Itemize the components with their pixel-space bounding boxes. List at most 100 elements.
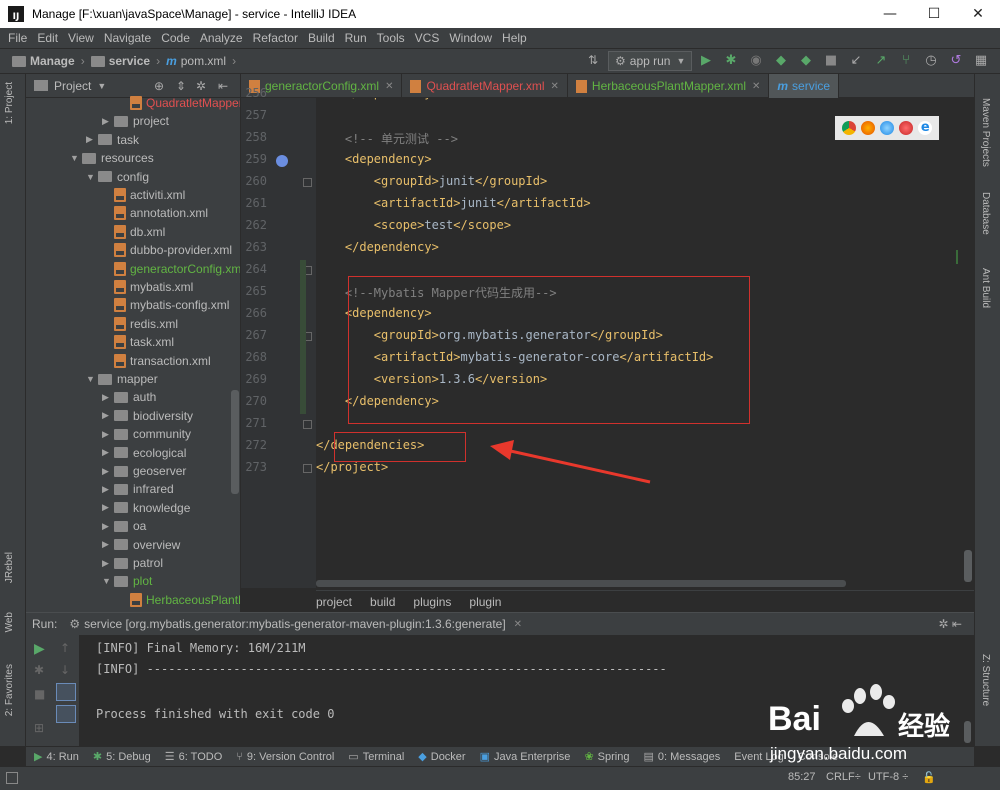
expand-down-icon[interactable]: ▼ xyxy=(102,576,114,586)
debug-icon[interactable]: ✱ xyxy=(723,52,739,68)
menu-tools[interactable]: Tools xyxy=(377,31,405,45)
file-encoding[interactable]: UTF-8 ÷ xyxy=(868,771,908,783)
tab-spring[interactable]: ❀ Spring xyxy=(584,750,629,764)
expand-right-icon[interactable]: ▶ xyxy=(102,484,114,495)
tree-file[interactable]: redis.xml xyxy=(102,315,178,333)
up-icon[interactable]: ↑ xyxy=(60,641,70,655)
close-button[interactable]: ✕ xyxy=(956,0,1000,28)
debug-rerun-icon[interactable]: ✱ xyxy=(34,663,44,677)
tab-docker[interactable]: ◆ Docker xyxy=(418,750,465,764)
menu-edit[interactable]: Edit xyxy=(37,31,58,45)
menu-build[interactable]: Build xyxy=(308,31,335,45)
structure-tab[interactable]: Z: Structure xyxy=(980,654,991,706)
maven-overrides-icon[interactable] xyxy=(276,155,288,167)
database-tab[interactable]: Database xyxy=(980,192,991,235)
tree-folder[interactable]: ▶ auth xyxy=(102,388,156,406)
safari-icon[interactable] xyxy=(879,121,894,135)
close-icon[interactable]: ✕ xyxy=(752,81,760,92)
scroll-from-source-icon[interactable]: ⊕ xyxy=(154,79,164,93)
ie-icon[interactable]: e xyxy=(918,121,933,135)
build-icon[interactable]: ⇅ xyxy=(588,53,598,67)
expand-right-icon[interactable]: ▶ xyxy=(86,134,98,145)
expand-right-icon[interactable]: ▶ xyxy=(102,558,114,569)
tool-windows-icon[interactable] xyxy=(6,772,18,784)
expand-right-icon[interactable]: ▶ xyxy=(102,116,114,127)
expand-right-icon[interactable]: ▶ xyxy=(102,410,114,421)
tree-folder[interactable]: ▼ plot xyxy=(102,572,152,590)
expand-right-icon[interactable]: ▶ xyxy=(102,466,114,477)
tree-file[interactable]: mybatis.xml xyxy=(102,278,193,296)
tree-folder[interactable]: ▼ resources xyxy=(70,149,154,167)
tab-service[interactable]: m service xyxy=(769,74,840,98)
menu-file[interactable]: File xyxy=(8,31,27,45)
tree-folder[interactable]: ▼ mapper xyxy=(86,370,158,388)
close-icon[interactable]: ✕ xyxy=(551,81,559,92)
tab-herbaceousplantmapper[interactable]: HerbaceousPlantMapper.xml ✕ xyxy=(568,74,770,98)
revert-icon[interactable]: ↺ xyxy=(948,52,964,68)
vcs-commit-icon[interactable]: ↗ xyxy=(873,52,889,68)
chevron-down-icon[interactable]: ▼ xyxy=(97,81,106,91)
breadcrumb-project[interactable]: project xyxy=(316,595,352,609)
run-tab-label[interactable]: service [org.mybatis.generator:mybatis-g… xyxy=(84,617,506,631)
stop-icon[interactable]: ■ xyxy=(823,52,839,68)
lock-icon[interactable]: 🔓 xyxy=(922,771,936,784)
tree-file[interactable]: annotation.xml xyxy=(102,204,208,222)
tree-folder[interactable]: ▶ infrared xyxy=(102,480,174,498)
menu-refactor[interactable]: Refactor xyxy=(253,31,298,45)
tree-folder[interactable]: ▼ config xyxy=(86,168,149,186)
run-icon[interactable]: ▶ xyxy=(698,52,714,68)
menu-code[interactable]: Code xyxy=(161,31,190,45)
expand-right-icon[interactable]: ▶ xyxy=(102,521,114,532)
jrebel-tool-tab[interactable]: JRebel xyxy=(4,552,15,583)
nav-crumb-service[interactable]: service › xyxy=(90,54,160,68)
nav-crumb-pom[interactable]: m pom.xml › xyxy=(166,54,236,68)
chrome-icon[interactable] xyxy=(841,121,856,135)
expand-right-icon[interactable]: ▶ xyxy=(102,429,114,440)
vcs-update-icon[interactable]: ↙ xyxy=(848,52,864,68)
tree-file[interactable]: mybatis-config.xml xyxy=(102,296,229,314)
expand-down-icon[interactable]: ▼ xyxy=(86,172,98,182)
jrebel-run-icon[interactable]: ◆ xyxy=(773,52,789,68)
firefox-icon[interactable] xyxy=(860,121,875,135)
breadcrumb-plugins[interactable]: plugins xyxy=(413,595,451,609)
tab-quadratletmapper[interactable]: QuadratletMapper.xml ✕ xyxy=(402,74,568,98)
tree-folder[interactable]: ▶ ecological xyxy=(102,444,186,462)
editor-hscrollbar[interactable] xyxy=(316,580,846,587)
project-view-selector[interactable]: Project xyxy=(54,79,91,93)
pin-icon[interactable]: ⊞ xyxy=(34,721,44,735)
soft-wrap-icon[interactable] xyxy=(56,683,76,701)
menu-vcs[interactable]: VCS xyxy=(415,31,440,45)
expand-right-icon[interactable]: ▶ xyxy=(102,502,114,513)
minimize-button[interactable]: — xyxy=(868,0,912,28)
tab-run[interactable]: ▶ 4: Run xyxy=(34,750,79,764)
tree-folder[interactable]: ▶ knowledge xyxy=(102,499,190,517)
down-icon[interactable]: ↓ xyxy=(60,663,70,677)
tab-version-control[interactable]: ⑂ 9: Version Control xyxy=(236,751,334,763)
tree-scrollbar[interactable] xyxy=(231,390,239,494)
tab-debug[interactable]: ✱ 5: Debug xyxy=(93,750,151,764)
opera-icon[interactable] xyxy=(899,121,914,135)
ant-build-tab[interactable]: Ant Build xyxy=(980,268,991,308)
vcs-history-icon[interactable]: ◷ xyxy=(923,52,939,68)
line-separator[interactable]: CRLF÷ xyxy=(826,771,861,783)
scroll-to-end-icon[interactable] xyxy=(56,705,76,723)
tree-folder[interactable]: ▶ task xyxy=(86,131,139,149)
tree-folder[interactable]: ▶ community xyxy=(102,425,191,443)
expand-down-icon[interactable]: ▼ xyxy=(70,153,82,163)
tree-file[interactable]: task.xml xyxy=(102,333,174,351)
settings-icon[interactable]: ✲ ⇤ xyxy=(939,617,962,631)
tree-file[interactable]: QuadratletMapper.xml xyxy=(118,94,240,112)
close-icon[interactable]: ✕ xyxy=(514,619,522,630)
maven-projects-tab[interactable]: Maven Projects xyxy=(980,98,991,167)
settings-icon[interactable]: ✲ xyxy=(196,79,206,93)
tree-file[interactable]: activiti.xml xyxy=(102,186,185,204)
project-tool-tab[interactable]: 1: Project xyxy=(4,82,15,124)
editor-scrollbar[interactable] xyxy=(964,550,972,582)
jrebel-debug-icon[interactable]: ◆ xyxy=(798,52,814,68)
tree-folder[interactable]: ▶ oa xyxy=(102,517,146,535)
hide-icon[interactable]: ⇤ xyxy=(218,79,228,93)
tree-file[interactable]: transaction.xml xyxy=(102,352,211,370)
fold-marker-icon[interactable] xyxy=(303,178,312,187)
tree-file[interactable]: generactorConfig.xml xyxy=(102,260,240,278)
rerun-icon[interactable]: ▶ xyxy=(34,641,45,657)
